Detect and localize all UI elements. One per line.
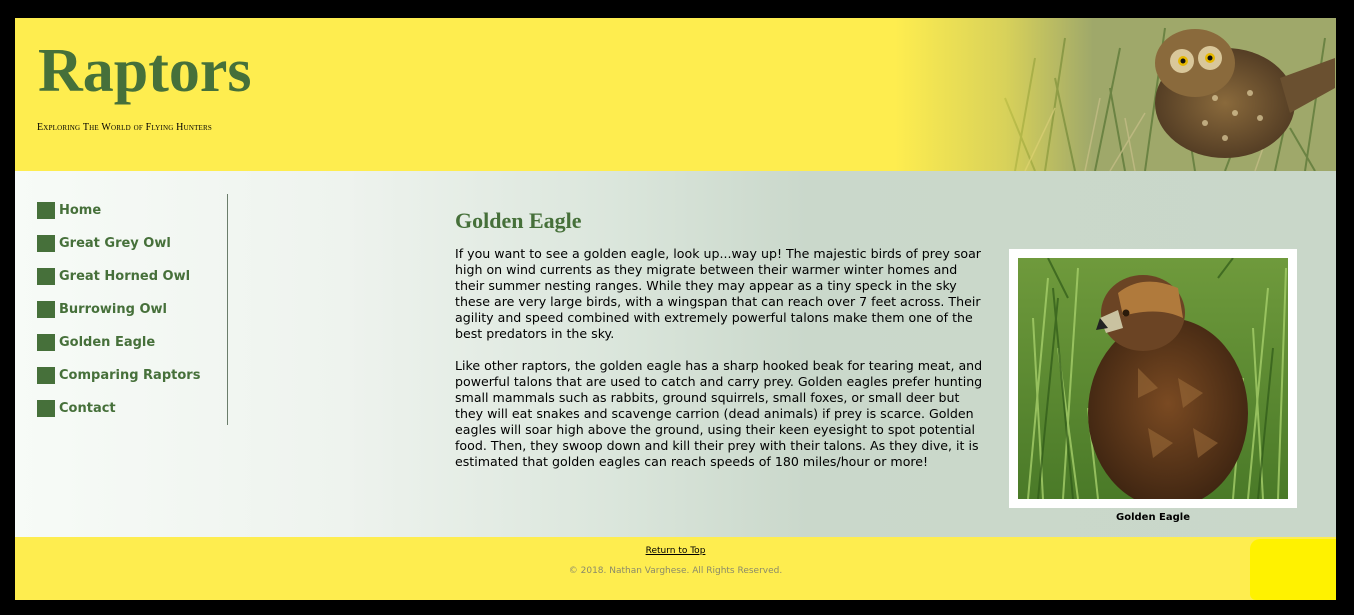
nav-item-label[interactable]: Burrowing Owl bbox=[59, 302, 167, 317]
nav-item-great-horned-owl[interactable]: Great Horned Owl bbox=[37, 260, 227, 293]
nav-bullet-icon bbox=[37, 301, 55, 318]
site-header: Raptors Exploring The World of Flying Hu… bbox=[15, 18, 1336, 171]
nav-bullet-icon bbox=[37, 202, 55, 219]
sidebar-nav: Home Great Grey Owl Great Horned Owl Bur… bbox=[37, 194, 228, 425]
copyright-text: © 2018. Nathan Varghese. All Rights Rese… bbox=[568, 566, 783, 576]
nav-item-label[interactable]: Contact bbox=[59, 401, 116, 416]
nav-bullet-icon bbox=[37, 268, 55, 285]
nav-item-label[interactable]: Great Grey Owl bbox=[59, 236, 171, 251]
nav-bullet-icon bbox=[37, 367, 55, 384]
article-paragraph: If you want to see a golden eagle, look … bbox=[455, 246, 981, 342]
nav-item-burrowing-owl[interactable]: Burrowing Owl bbox=[37, 293, 227, 326]
owl-header-photo bbox=[895, 18, 1336, 171]
nav-item-golden-eagle[interactable]: Golden Eagle bbox=[37, 326, 227, 359]
footer-decoration bbox=[1250, 539, 1336, 600]
return-to-top-link[interactable]: Return to Top bbox=[15, 546, 1336, 556]
nav-bullet-icon bbox=[37, 235, 55, 252]
nav-item-contact[interactable]: Contact bbox=[37, 392, 227, 425]
figure-caption: Golden Eagle bbox=[1116, 512, 1190, 523]
nav-bullet-icon bbox=[37, 334, 55, 351]
site-tagline: Exploring The World of Flying Hunters bbox=[37, 122, 212, 133]
nav-item-label[interactable]: Golden Eagle bbox=[59, 335, 155, 350]
nav-item-label[interactable]: Comparing Raptors bbox=[59, 368, 200, 383]
nav-item-great-grey-owl[interactable]: Great Grey Owl bbox=[37, 227, 227, 260]
eagle-figure bbox=[1009, 249, 1297, 508]
article-paragraph: Like other raptors, the golden eagle has… bbox=[455, 358, 983, 470]
nav-item-home[interactable]: Home bbox=[37, 194, 227, 227]
nav-item-label[interactable]: Great Horned Owl bbox=[59, 269, 190, 284]
main-content: Home Great Grey Owl Great Horned Owl Bur… bbox=[15, 171, 1336, 537]
site-title[interactable]: Raptors bbox=[38, 40, 252, 102]
golden-eagle-photo bbox=[1018, 258, 1288, 499]
page: Raptors Exploring The World of Flying Hu… bbox=[15, 18, 1336, 600]
site-footer: Return to Top © 2018. Nathan Varghese. A… bbox=[15, 537, 1336, 600]
nav-bullet-icon bbox=[37, 400, 55, 417]
article: Golden Eagle If you want to see a golden… bbox=[455, 208, 985, 486]
nav-item-label[interactable]: Home bbox=[59, 203, 101, 218]
article-title: Golden Eagle bbox=[455, 208, 582, 233]
nav-item-comparing-raptors[interactable]: Comparing Raptors bbox=[37, 359, 227, 392]
